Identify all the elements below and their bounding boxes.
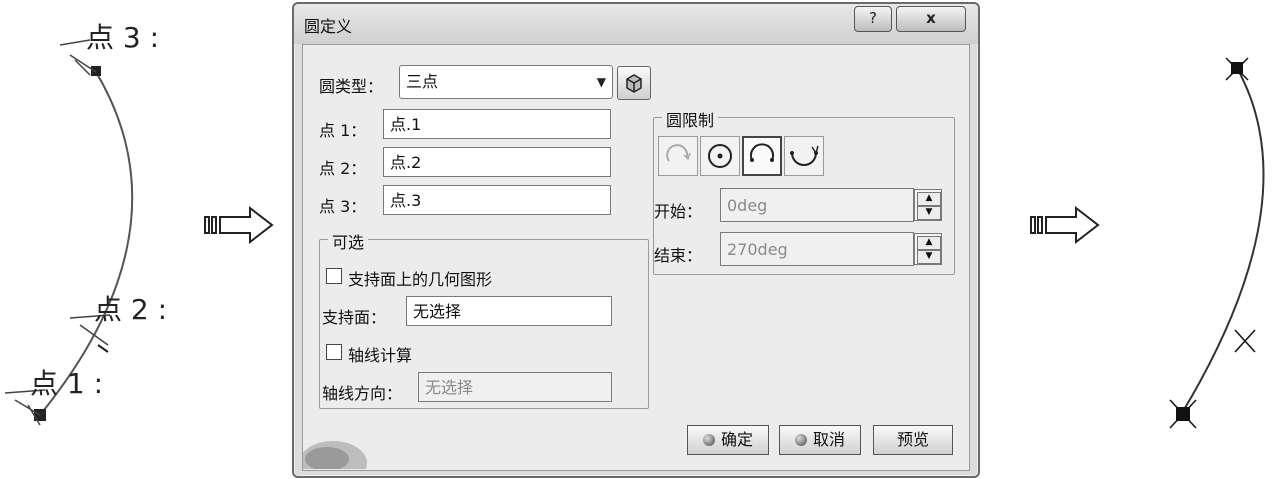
optional-group-title: 可选 <box>328 229 369 253</box>
start-spinner[interactable]: ▲ ▼ <box>914 189 942 221</box>
end-field[interactable]: 270deg <box>720 232 914 266</box>
spin-up-icon[interactable]: ▲ <box>917 236 941 250</box>
cube-icon <box>626 74 642 93</box>
globe-icon <box>303 441 367 469</box>
dialog-client: 圆类型： 三点 ▼ 点 1： 点.1 点 2： 点.2 点 3： 点.3 可选 … <box>302 44 970 471</box>
result-arc-drawing <box>1169 57 1265 429</box>
axis-compute-checkbox[interactable] <box>326 344 342 360</box>
dropdown-arrow-icon: ▼ <box>596 75 606 89</box>
limit-complement-arc-button[interactable] <box>784 136 824 176</box>
app-logo <box>303 429 373 469</box>
spin-down-icon[interactable]: ▼ <box>917 206 941 220</box>
preview-button[interactable]: 预览 <box>873 425 953 455</box>
spin-down-icon[interactable]: ▼ <box>917 250 941 264</box>
circle-type-label: 圆类型： <box>319 77 384 96</box>
spin-up-icon[interactable]: ▲ <box>917 192 941 206</box>
support-field[interactable]: 无选择 <box>406 296 612 326</box>
ok-button-label: 确定 <box>720 430 753 449</box>
support-geometry-checkbox[interactable] <box>326 268 342 284</box>
circle-type-option-button[interactable] <box>617 66 651 100</box>
point1-label: 点 1： <box>319 121 367 140</box>
cancel-button-label: 取消 <box>812 430 845 449</box>
limit-mode-buttons <box>658 136 838 176</box>
cancel-button[interactable]: 取消 <box>779 425 861 455</box>
full-circle-icon <box>708 144 732 168</box>
title-bar: 圆定义 ? x <box>294 4 978 44</box>
circle-definition-dialog: 圆定义 ? x 圆类型： 三点 ▼ 点 1： 点.1 点 2： 点.2 点 3：… <box>292 2 980 478</box>
sketch-label-point2: 点 2 : <box>94 293 168 326</box>
end-spinner[interactable]: ▲ ▼ <box>914 233 942 265</box>
support-geometry-label: 支持面上的几何图形 <box>348 270 493 289</box>
sketch-label-point1: 点 1 : <box>30 367 104 400</box>
complement-arc-icon <box>790 145 819 166</box>
point1-field[interactable]: 点.1 <box>383 109 611 139</box>
circle-limit-group: 圆限制 开始： 0deg ▲ ▼ 结束： 270deg ▲ ▼ <box>653 107 955 275</box>
trimmed-arc-icon <box>750 143 774 162</box>
cancel-status-icon <box>794 434 807 446</box>
point3-label: 点 3： <box>319 197 367 216</box>
left-arc-drawing <box>4 39 134 426</box>
circle-type-select[interactable]: 三点 ▼ <box>399 65 613 99</box>
start-field[interactable]: 0deg <box>720 188 914 222</box>
sketch-label-point3: 点 3 : <box>86 21 160 54</box>
result-sketch <box>1160 40 1285 440</box>
circle-limit-group-title: 圆限制 <box>662 107 719 131</box>
circle-type-value: 三点 <box>406 72 439 91</box>
ok-status-icon <box>702 434 715 446</box>
point3-field[interactable]: 点.3 <box>383 185 611 215</box>
arc-partial-icon <box>666 144 691 162</box>
optional-group: 可选 支持面上的几何图形 支持面： 无选择 轴线计算 轴线方向： 无选择 <box>319 229 649 409</box>
point2-label: 点 2： <box>319 159 367 178</box>
ok-button[interactable]: 确定 <box>687 425 769 455</box>
close-button[interactable]: x <box>896 6 966 32</box>
axis-direction-field[interactable]: 无选择 <box>418 372 612 402</box>
end-label: 结束： <box>654 246 703 265</box>
arrow-right-icon <box>204 205 276 245</box>
arrow-right-icon <box>1030 205 1102 245</box>
help-button[interactable]: ? <box>854 6 892 32</box>
axis-direction-label: 轴线方向： <box>322 384 403 403</box>
limit-full-circle-button[interactable] <box>700 136 740 176</box>
start-label: 开始： <box>654 202 703 221</box>
limit-trim-arc-button[interactable] <box>742 136 782 176</box>
dialog-title: 圆定义 <box>304 17 353 36</box>
left-sketch: 点 3 : 点 2 : 点 1 : <box>0 0 200 479</box>
support-label: 支持面： <box>322 308 387 327</box>
axis-compute-label: 轴线计算 <box>348 346 413 365</box>
point2-field[interactable]: 点.2 <box>383 147 611 177</box>
limit-partial-arc-button[interactable] <box>658 136 698 176</box>
